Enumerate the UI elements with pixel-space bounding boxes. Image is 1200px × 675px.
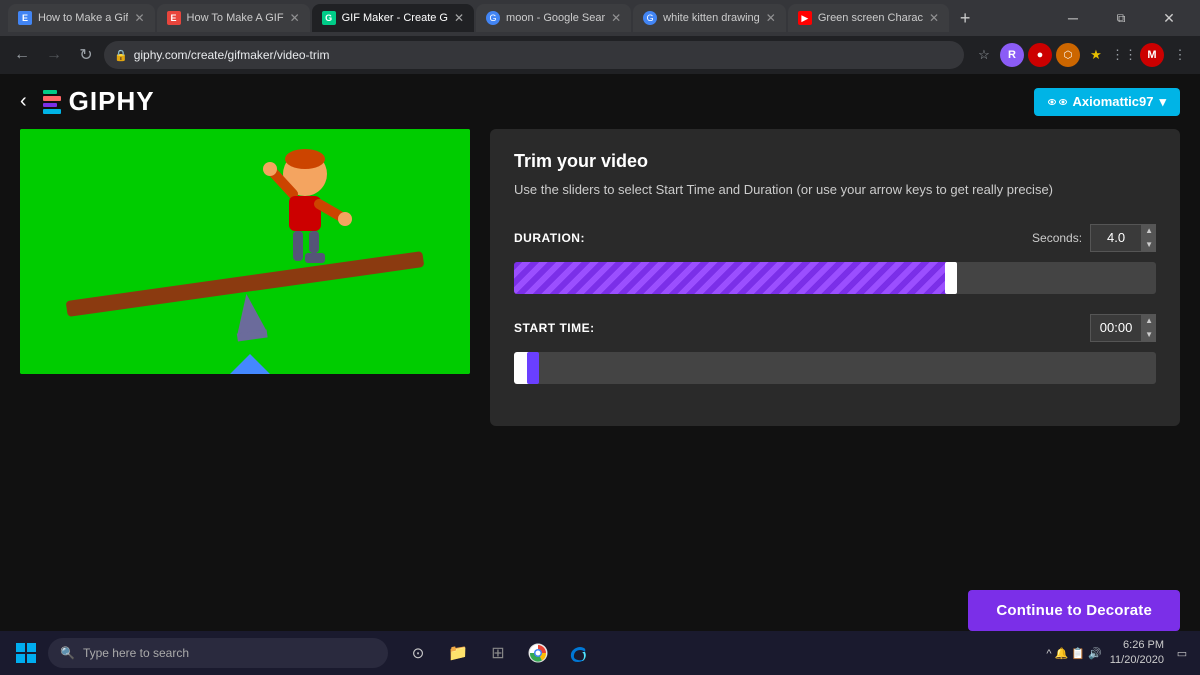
giphy-back-button[interactable]: ‹ bbox=[20, 90, 27, 113]
tab-green-screen[interactable]: ▶ Green screen Charac ✕ bbox=[788, 4, 949, 32]
duration-field: DURATION: Seconds: ▲ ▼ bbox=[514, 224, 1156, 294]
minimize-button[interactable]: ─ bbox=[1050, 4, 1096, 32]
tab-bar: E How to Make a Gif ✕ E How To Make A GI… bbox=[0, 0, 1200, 36]
start-time-field: START TIME: ▲ ▼ bbox=[514, 314, 1156, 384]
edge-icon bbox=[568, 643, 588, 663]
taskbar-file-explorer[interactable]: 📁 bbox=[440, 635, 476, 671]
taskbar-edge[interactable] bbox=[560, 635, 596, 671]
start-time-increment[interactable]: ▲ bbox=[1142, 314, 1156, 328]
giphy-logo: GIPHY bbox=[43, 86, 155, 117]
taskbar-chrome[interactable] bbox=[520, 635, 556, 671]
giphy-user-button[interactable]: Axiomattic97 ▾ bbox=[1034, 88, 1180, 116]
star-icon[interactable]: ☆ bbox=[972, 43, 996, 67]
start-input-wrapper: ▲ ▼ bbox=[1090, 314, 1156, 342]
new-tab-button[interactable]: + bbox=[951, 4, 979, 32]
trim-title: Trim your video bbox=[514, 151, 1156, 172]
start-time-spinners: ▲ ▼ bbox=[1142, 314, 1156, 342]
trim-description: Use the sliders to select Start Time and… bbox=[514, 180, 1156, 200]
extension-icon-orange[interactable]: ⬡ bbox=[1056, 43, 1080, 67]
start-slider-handle[interactable] bbox=[527, 352, 539, 384]
tab-moon-search[interactable]: G moon - Google Sear ✕ bbox=[476, 4, 631, 32]
tab-how-to-gif2[interactable]: E How To Make A GIF ✕ bbox=[157, 4, 310, 32]
nav-bar: ← → ↻ 🔒 giphy.com/create/gifmaker/video-… bbox=[0, 36, 1200, 74]
duration-header: DURATION: Seconds: ▲ ▼ bbox=[514, 224, 1156, 252]
duration-spinners: ▲ ▼ bbox=[1142, 224, 1156, 252]
taskbar-system-tray: ^ 🔔 📋 🔊 6:26 PM 11/20/2020 ▭ bbox=[1046, 638, 1192, 669]
taskbar-search-bar[interactable]: 🔍 Type here to search bbox=[48, 638, 388, 668]
more-options-icon[interactable]: ⋮ bbox=[1168, 43, 1192, 67]
page-body: Trim your video Use the sliders to selec… bbox=[0, 129, 1200, 580]
duration-increment[interactable]: ▲ bbox=[1142, 224, 1156, 238]
windows-icon bbox=[16, 643, 36, 663]
tab-kitten[interactable]: G white kitten drawing ✕ bbox=[633, 4, 786, 32]
address-text: giphy.com/create/gifmaker/video-trim bbox=[134, 48, 330, 62]
search-placeholder: Type here to search bbox=[83, 646, 189, 660]
duration-decrement[interactable]: ▼ bbox=[1142, 238, 1156, 252]
forward-nav-button[interactable]: → bbox=[40, 41, 68, 69]
extension-icon-star[interactable]: ★ bbox=[1084, 43, 1108, 67]
taskbar: 🔍 Type here to search ⊙ 📁 ⊞ ^ 🔔 📋 🔊 bbox=[0, 631, 1200, 675]
back-nav-button[interactable]: ← bbox=[8, 41, 36, 69]
start-time-header: START TIME: ▲ ▼ bbox=[514, 314, 1156, 342]
duration-input-group: ▲ ▼ bbox=[1090, 224, 1156, 252]
tab-how-to-gif[interactable]: E How to Make a Gif ✕ bbox=[8, 4, 155, 32]
video-frame bbox=[20, 129, 470, 374]
reload-button[interactable]: ↻ bbox=[72, 41, 100, 69]
profile-icon-m[interactable]: M bbox=[1140, 43, 1164, 67]
lock-icon: 🔒 bbox=[114, 49, 128, 62]
close-button[interactable]: ✕ bbox=[1146, 4, 1192, 32]
extension-icon-menu[interactable]: ⋮⋮ bbox=[1112, 43, 1136, 67]
start-button[interactable] bbox=[8, 635, 44, 671]
profile-icon-r[interactable]: R bbox=[1000, 43, 1024, 67]
extension-icon-red[interactable]: ● bbox=[1028, 43, 1052, 67]
dropdown-icon: ▾ bbox=[1159, 94, 1166, 110]
tab-gif-maker[interactable]: G GIF Maker - Create G ✕ bbox=[312, 4, 474, 32]
video-preview bbox=[20, 129, 470, 374]
duration-slider[interactable] bbox=[514, 262, 1156, 294]
main-content: ‹ GIPHY Axiomattic97 ▾ bbox=[0, 74, 1200, 631]
giphy-logo-text: GIPHY bbox=[69, 86, 155, 117]
start-time-input-group: ▲ ▼ bbox=[1090, 314, 1156, 342]
trim-panel: Trim your video Use the sliders to selec… bbox=[490, 129, 1180, 426]
duration-input[interactable] bbox=[1090, 224, 1142, 252]
start-time-decrement[interactable]: ▼ bbox=[1142, 328, 1156, 342]
continue-btn-container: Continue to Decorate bbox=[0, 580, 1200, 631]
taskbar-clock: 6:26 PM 11/20/2020 bbox=[1110, 638, 1164, 669]
search-icon: 🔍 bbox=[60, 646, 75, 660]
start-time-input[interactable] bbox=[1090, 314, 1142, 342]
seconds-label: Seconds: bbox=[1032, 231, 1082, 245]
start-time-label: START TIME: bbox=[514, 321, 595, 335]
browser-nav-icons: ☆ R ● ⬡ ★ ⋮⋮ M ⋮ bbox=[972, 43, 1192, 67]
duration-slider-handle[interactable] bbox=[945, 262, 957, 294]
duration-seconds-area: Seconds: ▲ ▼ bbox=[1032, 224, 1156, 252]
user-avatar-icon bbox=[1048, 99, 1067, 105]
show-desktop-button[interactable]: ▭ bbox=[1172, 638, 1192, 668]
giphy-user-area: Axiomattic97 ▾ bbox=[1034, 88, 1180, 116]
address-bar[interactable]: 🔒 giphy.com/create/gifmaker/video-trim bbox=[104, 41, 964, 69]
chrome-icon bbox=[528, 643, 548, 663]
giphy-username: Axiomattic97 bbox=[1073, 94, 1154, 109]
giphy-logo-icon bbox=[43, 90, 61, 114]
system-tray-icons: ^ 🔔 📋 🔊 bbox=[1046, 647, 1101, 660]
date-display: 11/20/2020 bbox=[1110, 653, 1164, 668]
start-time-slider[interactable] bbox=[514, 352, 1156, 384]
browser-chrome: E How to Make a Gif ✕ E How To Make A GI… bbox=[0, 0, 1200, 74]
giphy-header: ‹ GIPHY Axiomattic97 ▾ bbox=[0, 74, 1200, 129]
time-display: 6:26 PM bbox=[1123, 638, 1164, 653]
continue-to-decorate-button[interactable]: Continue to Decorate bbox=[968, 590, 1180, 631]
duration-slider-fill bbox=[514, 262, 951, 294]
taskbar-task-view[interactable]: ⊙ bbox=[400, 635, 436, 671]
taskbar-items: ⊙ 📁 ⊞ bbox=[400, 635, 596, 671]
taskbar-another-app[interactable]: ⊞ bbox=[480, 635, 516, 671]
duration-label: DURATION: bbox=[514, 231, 585, 245]
restore-button[interactable]: ⧉ bbox=[1098, 4, 1144, 32]
